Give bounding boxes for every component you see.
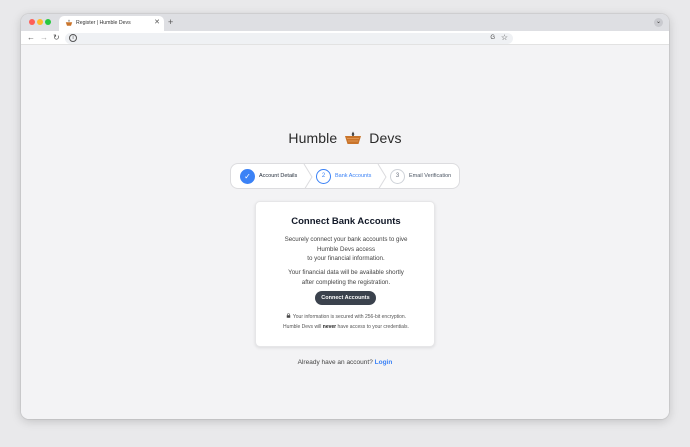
close-tab-icon[interactable]: ✕ xyxy=(154,19,160,27)
basket-logo-icon xyxy=(344,131,362,145)
step-number: 2 xyxy=(316,169,331,184)
credentials-note-suffix: have access to your credentials. xyxy=(337,324,409,330)
card-title: Connect Bank Accounts xyxy=(291,216,401,227)
checkmark-icon: ✓ xyxy=(240,169,255,184)
connect-bank-card: Connect Bank Accounts Securely connect y… xyxy=(255,201,435,347)
availability-line: Your financial data will be available sh… xyxy=(288,269,404,276)
card-description: Securely connect your bank accounts to g… xyxy=(256,235,436,264)
credentials-note-emphasis: never xyxy=(322,324,337,330)
brand-logo: Humble Devs xyxy=(21,130,669,146)
address-bar[interactable]: i G ☆ xyxy=(65,32,513,44)
step-label: Account Details xyxy=(259,173,298,179)
step-divider-icon xyxy=(303,164,313,188)
login-prompt: Already have an account? Login xyxy=(21,359,669,366)
brand-name-left: Humble xyxy=(288,130,338,146)
browser-tab[interactable]: Register | Humble Devs ✕ xyxy=(59,16,164,31)
description-line: to your financial information. xyxy=(307,255,385,262)
back-arrow-icon[interactable]: ← xyxy=(27,33,35,43)
step-number: 3 xyxy=(390,169,405,184)
maximize-window-button[interactable] xyxy=(45,19,51,25)
step-divider-icon xyxy=(377,164,387,188)
forward-arrow-icon[interactable]: → xyxy=(40,33,48,43)
minimize-window-button[interactable] xyxy=(37,19,43,25)
credentials-note: Humble Devs will never have access to yo… xyxy=(256,324,436,330)
security-note-text: Your information is secured with 256-bit… xyxy=(292,314,407,320)
tab-bar: Register | Humble Devs ✕ + ⌄ xyxy=(21,14,669,31)
reload-icon[interactable]: ↻ xyxy=(53,33,60,43)
description-line: Securely connect your bank accounts to g… xyxy=(284,236,408,243)
step-label: Email Verification xyxy=(409,173,452,179)
site-info-icon[interactable]: i xyxy=(69,34,77,42)
tab-search-icon[interactable]: ⌄ xyxy=(654,18,663,27)
security-note: Your information is secured with 256-bit… xyxy=(256,313,436,320)
availability-line: after completing the registration. xyxy=(301,278,391,286)
login-link[interactable]: Login xyxy=(375,359,393,366)
connect-accounts-button[interactable]: Connect Accounts xyxy=(315,291,376,305)
translate-icon[interactable]: G xyxy=(490,34,495,43)
card-availability-note: Your financial data will be available sh… xyxy=(256,268,436,287)
credentials-note-prefix: Humble Devs will xyxy=(283,324,322,330)
lock-icon xyxy=(286,313,291,320)
login-prompt-text: Already have an account? xyxy=(297,359,373,366)
tab-title: Register | Humble Devs xyxy=(76,20,131,26)
bookmark-star-icon[interactable]: ☆ xyxy=(501,33,508,43)
browser-toolbar: ← → ↻ i G ☆ xyxy=(21,31,669,45)
favicon-icon xyxy=(65,19,73,30)
browser-window: Register | Humble Devs ✕ + ⌄ ← → ↻ i G ☆… xyxy=(21,14,669,419)
step-label: Bank Accounts xyxy=(335,173,372,179)
close-window-button[interactable] xyxy=(29,19,35,25)
new-tab-button[interactable]: + xyxy=(168,17,173,27)
page-content: Humble Devs ✓ Account Details 2 Bank Acc… xyxy=(21,46,669,419)
brand-name-right: Devs xyxy=(369,130,402,146)
registration-stepper: ✓ Account Details 2 Bank Accounts 3 Emai… xyxy=(230,163,460,189)
description-line: Humble Devs access xyxy=(316,245,376,253)
